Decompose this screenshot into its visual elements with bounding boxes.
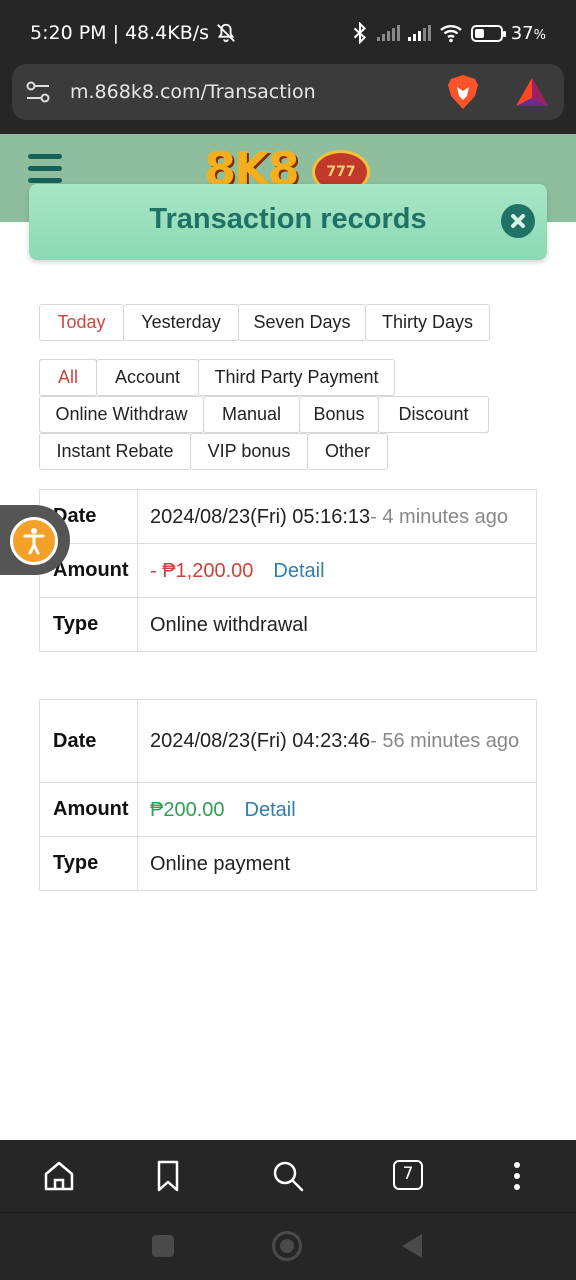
menu-icon[interactable] [28,154,62,184]
tab-other[interactable]: Other [307,433,388,470]
record-amount-row: Amount ₱200.00 Detail [39,782,537,837]
transaction-record: Date 2024/08/23(Fri) 04:23:46- 56 minute… [39,699,537,891]
tab-seven-days[interactable]: Seven Days [238,304,366,341]
battery-icon [470,24,506,42]
status-bar: 5:20 PM | 48.4KB/s 37% [0,0,576,64]
status-time: 5:20 PM [30,22,107,44]
tab-all[interactable]: All [39,359,97,396]
tab-bonus[interactable]: Bonus [299,396,379,433]
record-type-row: Type Online withdrawal [39,597,537,652]
record-type: Online payment [137,836,537,891]
browser-bottom-bar: 7 [0,1140,576,1212]
battery-percentage: 37 [510,22,534,44]
tab-vip-bonus[interactable]: VIP bonus [190,433,308,470]
amount-label: Amount [39,782,138,837]
accessibility-button[interactable] [0,505,70,575]
tab-manual[interactable]: Manual [203,396,300,433]
type-tabs-row-3: Instant Rebate VIP bonus Other [39,433,388,470]
recent-apps-icon[interactable] [152,1235,174,1257]
battery-fill [474,28,484,38]
tab-online-withdraw[interactable]: Online Withdraw [39,396,204,433]
tab-yesterday[interactable]: Yesterday [123,304,239,341]
android-home-icon[interactable] [272,1231,302,1261]
transaction-record: Date 2024/08/23(Fri) 05:16:13- 4 minutes… [39,489,537,652]
status-separator: | [112,22,119,44]
record-type: Online withdrawal [137,597,537,652]
record-amount: ₱200.00 [150,798,225,821]
modal-title: Transaction records [149,203,427,235]
signal-icon [376,25,400,41]
type-tabs-row-1: All Account Third Party Payment [39,359,395,396]
record-time-ago: - 4 minutes ago [370,505,509,528]
record-time-ago: - 56 minutes ago [370,730,520,752]
type-label: Type [39,836,138,891]
brave-shield-icon[interactable] [446,74,480,110]
tabs-icon[interactable]: 7 [393,1160,423,1190]
period-tabs: Today Yesterday Seven Days Thirty Days [39,304,490,341]
detail-link[interactable]: Detail [273,560,324,582]
tab-today[interactable]: Today [39,304,124,341]
battery-unit: % [533,27,546,43]
browser-toolbar: m.868k8.com/Transaction [0,64,576,134]
url-text[interactable]: m.868k8.com/Transaction [70,81,446,103]
record-type-row: Type Online payment [39,836,537,891]
record-date: 2024/08/23(Fri) 05:16:13 [150,505,371,528]
record-amount: - ₱1,200.00 [150,559,254,582]
status-network-speed: 48.4KB/s [124,22,210,44]
search-icon[interactable] [270,1158,306,1194]
type-label: Type [39,597,138,652]
detail-link[interactable]: Detail [245,799,296,821]
android-nav-bar [0,1212,576,1280]
record-date-row: Date 2024/08/23(Fri) 05:16:13- 4 minutes… [39,489,537,544]
record-date: 2024/08/23(Fri) 04:23:46 [150,730,371,752]
back-icon[interactable] [402,1234,422,1258]
tab-thirty-days[interactable]: Thirty Days [365,304,490,341]
close-icon[interactable] [501,204,535,238]
tab-account[interactable]: Account [96,359,199,396]
accessibility-icon[interactable] [10,517,58,565]
do-not-disturb-icon [217,23,235,43]
bookmark-icon[interactable] [150,1158,186,1194]
type-tabs-row-2: Online Withdraw Manual Bonus Discount [39,396,489,433]
address-bar[interactable]: m.868k8.com/Transaction [12,64,564,120]
home-icon[interactable] [41,1158,77,1194]
tab-instant-rebate[interactable]: Instant Rebate [39,433,191,470]
date-label: Date [39,699,138,783]
modal-header: Transaction records [29,184,547,260]
wifi-icon [439,25,462,43]
site-settings-icon[interactable] [24,78,52,106]
tab-discount[interactable]: Discount [378,396,489,433]
bat-rewards-icon[interactable] [514,76,550,108]
more-menu-icon[interactable] [499,1158,535,1194]
signal-icon [407,25,431,41]
record-amount-row: Amount - ₱1,200.00 Detail [39,543,537,598]
tab-third-party-payment[interactable]: Third Party Payment [198,359,395,396]
record-date-row: Date 2024/08/23(Fri) 04:23:46- 56 minute… [39,699,537,783]
bluetooth-icon [353,22,366,44]
